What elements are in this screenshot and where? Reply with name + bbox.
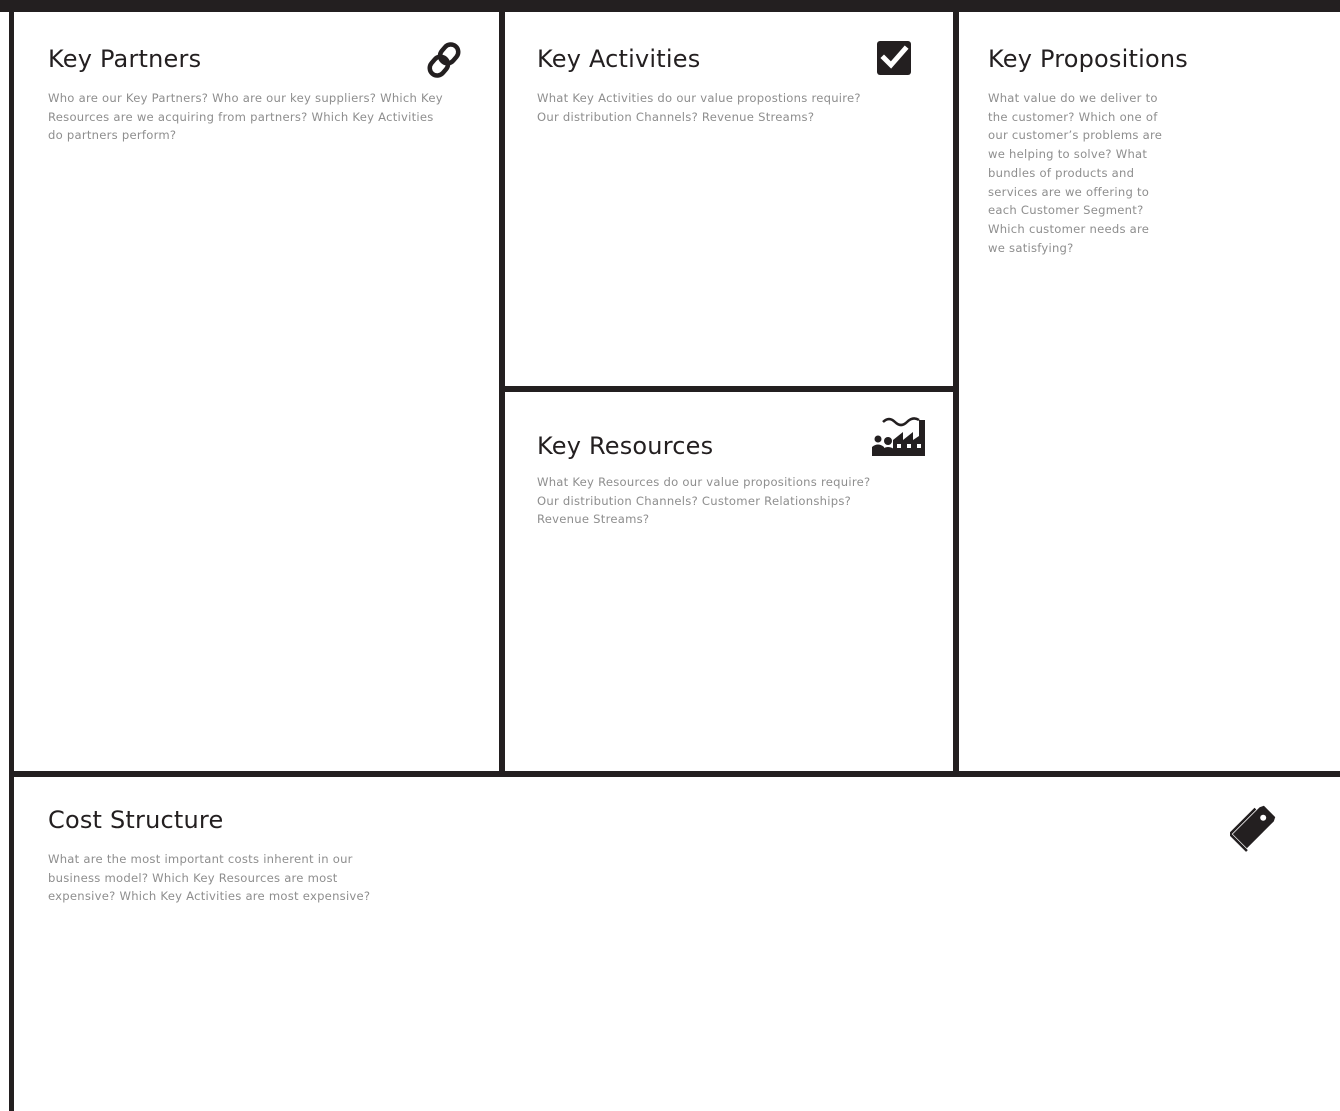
description-line: our customer’s problems are [988, 128, 1163, 143]
description-line: we satisfying? [988, 240, 1074, 255]
key-propositions-title: Key Propositions [988, 45, 1188, 73]
description-line: What Key Activities do our value propost… [537, 91, 861, 105]
description-line: business model? Which Key Resources are … [48, 870, 338, 885]
key-resources-title: Key Resources [537, 432, 714, 460]
key-propositions-block: Key Propositions What value do we delive… [959, 12, 1340, 771]
description-line: Resources are we acquiring from partners… [48, 109, 434, 124]
key-propositions-description: What value do we deliver to the customer… [988, 89, 1188, 257]
key-partners-title: Key Partners [48, 45, 202, 73]
key-resources-block: Key Resources What Key Resources do our … [505, 392, 953, 771]
key-activities-block: Key Activities What Key Activities do ou… [505, 12, 953, 386]
description-line: the customer? Which one of [988, 109, 1158, 124]
description-line: each Customer Segment? [988, 203, 1144, 218]
description-line: Who are our Key Partners? Who are our ke… [48, 91, 443, 105]
factory-workers-icon [869, 414, 929, 458]
description-line: Our distribution Channels? Revenue Strea… [537, 109, 815, 124]
price-tag-icon [1230, 799, 1278, 855]
link-icon [422, 38, 466, 82]
description-line: expensive? Which Key Activities are most… [48, 889, 371, 904]
key-partners-description: Who are our Key Partners? Who are our ke… [48, 89, 478, 145]
description-line: What are the most important costs inhere… [48, 852, 353, 866]
top-border [0, 0, 1340, 12]
description-line: services are we offering to [988, 184, 1150, 199]
key-activities-title: Key Activities [537, 45, 701, 73]
cost-structure-description: What are the most important costs inhere… [48, 850, 448, 906]
cost-structure-block: Cost Structure What are the most importa… [14, 777, 1340, 1111]
description-line: we helping to solve? What [988, 147, 1148, 162]
cost-structure-title: Cost Structure [48, 806, 224, 834]
key-partners-block: Key Partners Who are our Key Partners? W… [14, 12, 499, 771]
business-model-canvas: Key Partners Who are our Key Partners? W… [0, 0, 1340, 1111]
description-line: What value do we deliver to [988, 91, 1158, 105]
description-line: bundles of products and [988, 165, 1135, 180]
description-line: do partners perform? [48, 128, 177, 143]
description-line: What Key Resources do our value proposit… [537, 475, 871, 489]
description-line: Which customer needs are [988, 221, 1150, 236]
checkbox-icon [875, 39, 913, 77]
description-line: Our distribution Channels? Customer Rela… [537, 493, 852, 508]
key-activities-description: What Key Activities do our value propost… [537, 89, 937, 126]
description-line: Revenue Streams? [537, 512, 650, 527]
key-resources-description: What Key Resources do our value proposit… [537, 473, 947, 529]
